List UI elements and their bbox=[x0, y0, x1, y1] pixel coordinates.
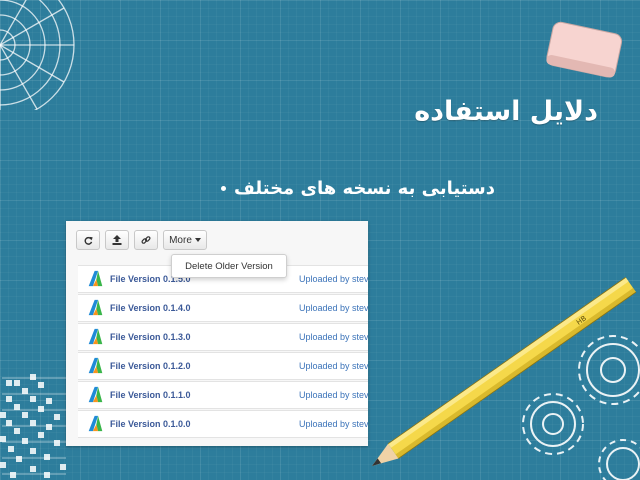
autodesk-logo-icon bbox=[88, 357, 103, 374]
uploaded-by-text: Uploaded by stev bbox=[299, 361, 368, 371]
file-version-list: File Version 0.1.5.0 Uploaded by stev Fi… bbox=[78, 265, 368, 439]
uploaded-by-text: Uploaded by stev bbox=[299, 419, 368, 429]
refresh-button[interactable] bbox=[76, 230, 100, 250]
upload-button[interactable] bbox=[105, 230, 129, 250]
file-version-name[interactable]: File Version 0.1.0.0 bbox=[110, 419, 191, 429]
autodesk-logo-icon bbox=[88, 386, 103, 403]
link-button[interactable] bbox=[134, 230, 158, 250]
bullet-text: دستیابی به نسخه های مختلف bbox=[233, 178, 495, 199]
file-version-name[interactable]: File Version 0.1.2.0 bbox=[110, 361, 191, 371]
uploaded-by-text: Uploaded by stev bbox=[299, 303, 368, 313]
uploaded-by-text: Uploaded by stev bbox=[299, 332, 368, 342]
link-icon bbox=[141, 236, 151, 244]
eraser-decoration bbox=[546, 21, 623, 78]
crossword-decoration bbox=[0, 374, 66, 478]
bullet-dot-icon bbox=[220, 186, 226, 191]
toolbar: More bbox=[76, 230, 207, 250]
file-version-name[interactable]: File Version 0.1.4.0 bbox=[110, 303, 191, 313]
pencil-decoration: HB bbox=[372, 277, 637, 466]
file-version-row[interactable]: File Version 0.1.3.0 Uploaded by stev bbox=[78, 323, 368, 351]
file-version-row[interactable]: File Version 0.1.4.0 Uploaded by stev bbox=[78, 294, 368, 322]
file-version-name[interactable]: File Version 0.1.3.0 bbox=[110, 332, 191, 342]
autodesk-logo-icon bbox=[88, 415, 103, 432]
file-version-row[interactable]: File Version 0.1.2.0 Uploaded by stev bbox=[78, 352, 368, 380]
file-version-row[interactable]: File Version 0.1.1.0 Uploaded by stev bbox=[78, 381, 368, 409]
bullet-item: دستیابی به نسخه های مختلف bbox=[220, 178, 495, 199]
autodesk-logo-icon bbox=[88, 328, 103, 345]
file-version-row[interactable]: File Version 0.1.0.0 Uploaded by stev bbox=[78, 410, 368, 438]
uploaded-by-text: Uploaded by stev bbox=[299, 274, 368, 284]
uploaded-by-text: Uploaded by stev bbox=[299, 390, 368, 400]
caret-down-icon bbox=[194, 238, 201, 242]
more-label: More bbox=[169, 234, 192, 246]
slide-title: دلایل استفاده bbox=[414, 96, 598, 127]
file-versions-panel: More Delete Older Version File Version 0… bbox=[66, 221, 368, 446]
refresh-icon bbox=[84, 236, 93, 245]
more-dropdown-button[interactable]: More bbox=[163, 230, 207, 250]
autodesk-logo-icon bbox=[88, 270, 103, 287]
upload-icon bbox=[112, 235, 122, 245]
more-dropdown-menu: Delete Older Version bbox=[171, 254, 287, 278]
delete-older-version-item[interactable]: Delete Older Version bbox=[185, 261, 273, 272]
file-version-name[interactable]: File Version 0.1.1.0 bbox=[110, 390, 191, 400]
radial-grid-decoration bbox=[0, 0, 75, 110]
autodesk-logo-icon bbox=[88, 299, 103, 316]
